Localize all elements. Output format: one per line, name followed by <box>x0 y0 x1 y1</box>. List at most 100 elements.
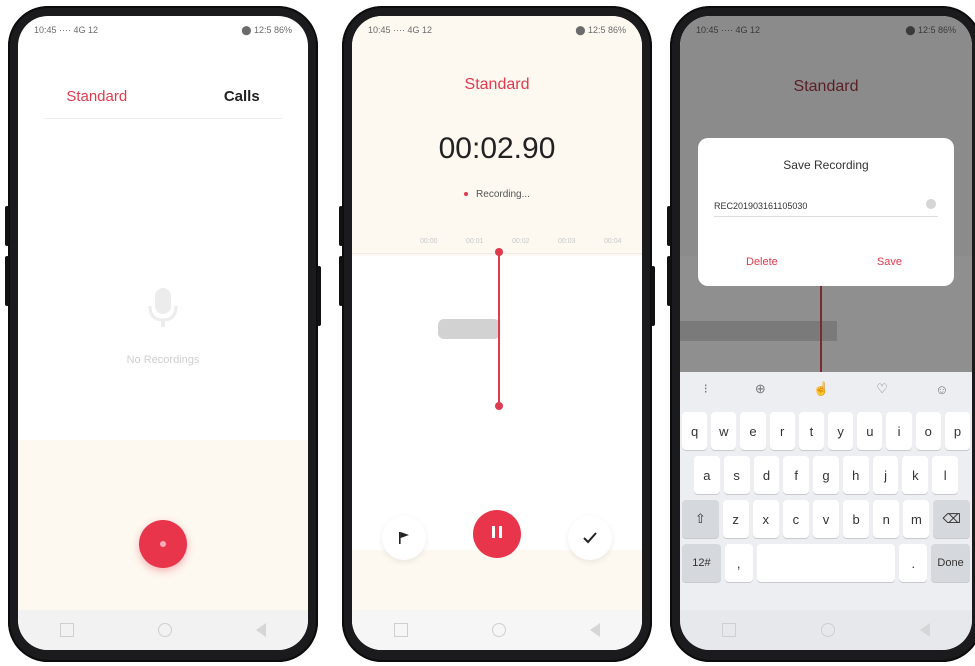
status-left: 10:45 ···· 4G 12 <box>368 25 433 35</box>
key[interactable]: s <box>723 456 750 494</box>
key[interactable]: b <box>843 500 870 538</box>
key[interactable]: m <box>903 500 930 538</box>
key[interactable]: q <box>682 412 708 450</box>
screen-recordings-list: 10:45 ···· 4G 12 ⬤ 12:5 86% Standard Cal… <box>18 16 308 650</box>
status-right: ⬤ 12:5 86% <box>905 24 956 35</box>
space-key[interactable] <box>756 544 896 582</box>
tick-label: 00:04 <box>604 238 622 245</box>
done-button[interactable] <box>568 516 612 560</box>
comma-key[interactable]: , <box>724 544 753 582</box>
phone-2: 10:45 ···· 4G 12 ⬤ 12:5 86% Standard 00:… <box>339 6 655 662</box>
key[interactable]: f <box>783 456 810 494</box>
done-key[interactable]: Done <box>931 544 970 582</box>
flag-button[interactable] <box>382 516 426 560</box>
tab-calls[interactable]: Calls <box>224 88 260 105</box>
recording-dot-icon <box>464 192 469 197</box>
clear-icon[interactable] <box>926 199 936 209</box>
system-nav-bar <box>352 610 642 650</box>
recents-icon[interactable] <box>60 623 74 637</box>
status-left: 10:45 ···· 4G 12 <box>34 25 99 35</box>
key[interactable]: d <box>753 456 780 494</box>
system-nav-bar <box>18 610 308 650</box>
key[interactable]: h <box>842 456 869 494</box>
backspace-key[interactable]: ⌫ <box>933 500 971 538</box>
tick-label: 00:00 <box>420 238 438 245</box>
status-right: ⬤ 12:5 86% <box>575 24 626 35</box>
microphone-icon <box>148 288 178 327</box>
home-icon[interactable] <box>492 623 506 637</box>
status-left: 10:45 ···· 4G 12 <box>696 25 761 35</box>
screen-recording: 10:45 ···· 4G 12 ⬤ 12:5 86% Standard 00:… <box>352 16 642 650</box>
back-icon[interactable] <box>590 623 600 637</box>
phone-3: 10:45 ···· 4G 12 ⬤ 12:5 86% Standard Sav… <box>667 6 975 662</box>
tick-label: 00:03 <box>558 238 576 245</box>
theme-icon[interactable]: ♡ <box>876 381 888 397</box>
key[interactable]: l <box>932 456 959 494</box>
recording-timer: 00:02.90 <box>438 132 556 165</box>
check-icon <box>583 532 597 544</box>
keyboard-row-4: 12# , . Done <box>680 544 972 582</box>
key[interactable]: w <box>711 412 737 450</box>
key[interactable]: x <box>752 500 779 538</box>
recording-status-text: Recording... <box>476 189 530 200</box>
hand-icon[interactable]: ☝ <box>813 381 829 397</box>
key[interactable]: n <box>873 500 900 538</box>
playhead <box>498 252 500 408</box>
key[interactable]: a <box>694 456 720 494</box>
keyboard: ⁝ ⊕ ☝ ♡ ☺ q w e r t y u i o p a s d f g … <box>680 372 972 610</box>
phone-1: 10:45 ···· 4G 12 ⬤ 12:5 86% Standard Cal… <box>5 6 321 662</box>
back-icon[interactable] <box>919 623 930 637</box>
recents-icon[interactable] <box>394 623 408 637</box>
recording-controls <box>352 510 642 570</box>
cursor-icon[interactable]: ⁝ <box>704 381 708 397</box>
waveform <box>680 321 837 341</box>
key[interactable]: g <box>813 456 839 494</box>
delete-button[interactable]: Delete <box>746 256 778 268</box>
page-title: Standard <box>793 78 859 95</box>
shift-key[interactable]: ⇧ <box>682 500 719 538</box>
key[interactable]: e <box>740 412 766 450</box>
pause-button[interactable] <box>473 510 521 558</box>
period-key[interactable]: . <box>899 544 928 582</box>
flag-icon <box>399 532 409 544</box>
filename-input[interactable] <box>714 201 914 211</box>
status-bar: 10:45 ···· 4G 12 ⬤ 12:5 86% <box>18 16 308 44</box>
key[interactable]: y <box>828 412 854 450</box>
key[interactable]: t <box>798 412 825 450</box>
status-right: ⬤ 12:5 86% <box>241 24 292 35</box>
playhead-handle[interactable] <box>495 402 503 410</box>
key[interactable]: p <box>944 412 971 450</box>
key[interactable]: o <box>915 412 941 450</box>
recents-icon[interactable] <box>722 623 737 637</box>
page-title: Standard <box>464 76 530 93</box>
numbers-key[interactable]: 12# <box>682 544 721 582</box>
key[interactable]: i <box>886 412 912 450</box>
screen-save-dialog: 10:45 ···· 4G 12 ⬤ 12:5 86% Standard Sav… <box>680 16 972 650</box>
tick-label: 00:02 <box>512 238 530 245</box>
status-bar: 10:45 ···· 4G 12 ⬤ 12:5 86% <box>680 16 972 44</box>
keyboard-row-3: ⇧ z x c v b n m ⌫ <box>680 500 972 538</box>
home-icon[interactable] <box>820 623 835 637</box>
record-button[interactable] <box>139 520 187 568</box>
home-icon[interactable] <box>158 623 172 637</box>
key[interactable]: z <box>722 500 749 538</box>
back-icon[interactable] <box>256 623 266 637</box>
key[interactable]: j <box>872 456 899 494</box>
dialog-title: Save Recording <box>783 158 869 172</box>
divider <box>44 118 282 119</box>
key[interactable]: v <box>812 500 840 538</box>
globe-icon[interactable]: ⊕ <box>755 381 766 397</box>
record-icon <box>160 541 166 547</box>
key[interactable]: u <box>857 412 883 450</box>
save-button[interactable]: Save <box>877 256 902 268</box>
filename-field <box>714 196 938 217</box>
key[interactable]: k <box>902 456 929 494</box>
waveform <box>438 319 500 339</box>
tab-standard[interactable]: Standard <box>66 88 127 105</box>
key[interactable]: c <box>782 500 809 538</box>
tab-bar: Standard Calls <box>18 88 308 105</box>
keyboard-toolbar: ⁝ ⊕ ☝ ♡ ☺ <box>680 372 972 406</box>
emoji-icon[interactable]: ☺ <box>935 382 948 397</box>
recording-status: Recording... <box>352 189 642 200</box>
key[interactable]: r <box>769 412 795 450</box>
